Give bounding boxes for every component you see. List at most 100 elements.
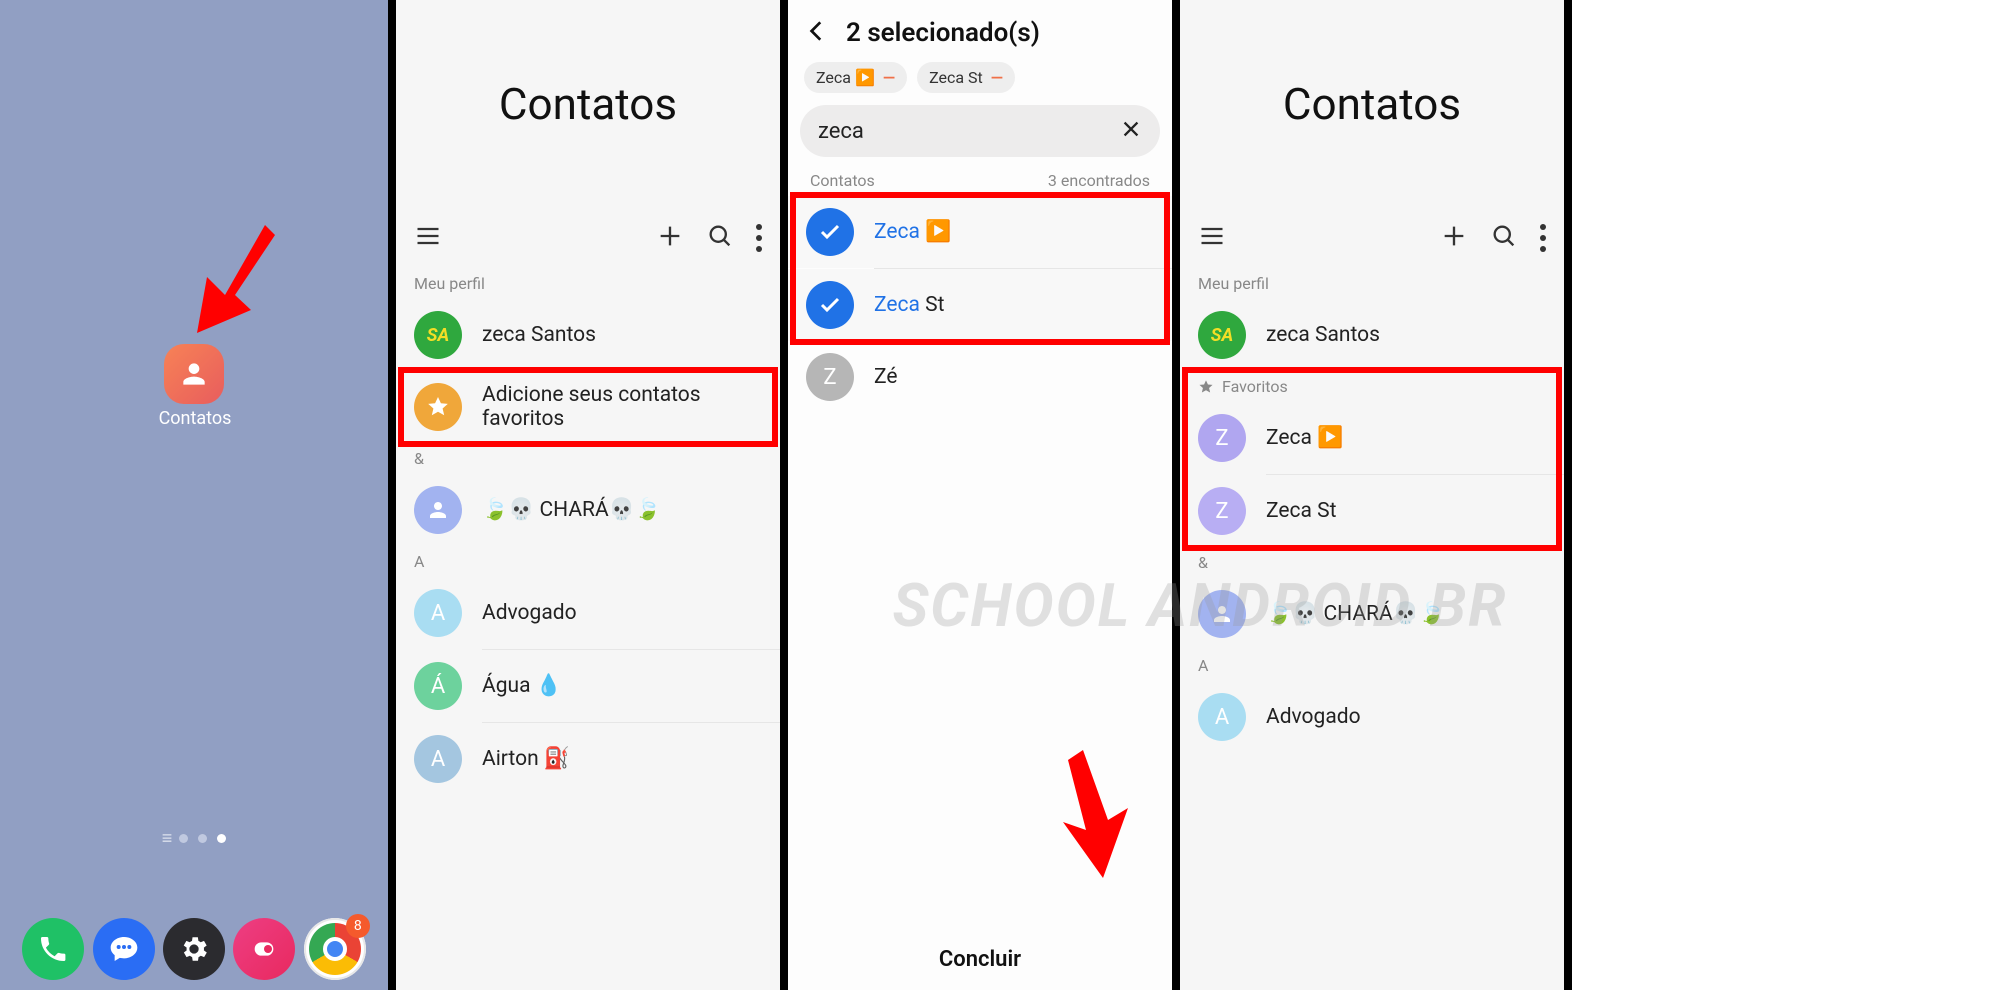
profile-name: zeca Santos bbox=[1266, 323, 1380, 347]
contact-avatar: Z bbox=[806, 353, 854, 401]
star-icon bbox=[414, 383, 462, 431]
section-label-profile: Meu perfil bbox=[1180, 268, 1564, 299]
contact-name: Zeca St bbox=[874, 293, 944, 317]
contact-name: Zeca ▶️ bbox=[1266, 426, 1343, 450]
contact-name: Advogado bbox=[1266, 705, 1361, 729]
notification-badge: 8 bbox=[346, 914, 370, 938]
selection-count: 2 selecionado(s) bbox=[846, 18, 1040, 48]
selection-header: 2 selecionado(s) bbox=[788, 0, 1172, 58]
contact-row[interactable]: A Advogado bbox=[1180, 681, 1564, 753]
contact-name: 🍃💀 CHARÁ💀🍃 bbox=[1266, 602, 1445, 626]
profile-avatar: SA bbox=[414, 311, 462, 359]
contacts-panel-initial: Contatos Meu perfil SA zeca Santos Adici… bbox=[396, 0, 788, 990]
chip-label: Zeca St bbox=[929, 68, 983, 87]
more-icon[interactable] bbox=[1540, 224, 1546, 252]
profile-row[interactable]: SA zeca Santos bbox=[1180, 299, 1564, 371]
apps-grid-icon[interactable]: ≡ bbox=[162, 828, 170, 849]
add-favorites-label: Adicione seus contatos favoritos bbox=[482, 383, 762, 431]
selection-chip[interactable]: Zeca ▶️ — bbox=[804, 62, 907, 93]
results-label: Contatos bbox=[810, 171, 875, 190]
chip-label: Zeca ▶️ bbox=[816, 68, 875, 87]
dock: 8 bbox=[0, 918, 388, 980]
contact-name: Advogado bbox=[482, 601, 577, 625]
add-favorites-row[interactable]: Adicione seus contatos favoritos bbox=[396, 371, 780, 443]
contact-name: Airton ⛽ bbox=[482, 747, 570, 771]
search-icon[interactable] bbox=[706, 222, 734, 254]
contact-row-selected[interactable]: Zeca ▶️ bbox=[788, 196, 1172, 268]
search-input[interactable]: zeca bbox=[800, 105, 1160, 157]
contact-name: Zeca ▶️ bbox=[874, 220, 951, 244]
page-dot[interactable] bbox=[179, 834, 188, 843]
favorite-row[interactable]: Z Zeca St bbox=[1180, 475, 1564, 547]
page-title: Contatos bbox=[499, 78, 677, 130]
favorite-row[interactable]: Z Zeca ▶️ bbox=[1180, 402, 1564, 474]
contact-avatar bbox=[414, 486, 462, 534]
back-icon[interactable] bbox=[804, 18, 830, 48]
results-meta: Contatos 3 encontrados bbox=[788, 167, 1172, 196]
contacts-app-icon[interactable] bbox=[164, 344, 224, 404]
contact-row-selected[interactable]: Zeca St bbox=[788, 269, 1172, 341]
phone-app-icon[interactable] bbox=[22, 918, 84, 980]
profile-row[interactable]: SA zeca Santos bbox=[396, 299, 780, 371]
page-indicator: ≡ bbox=[0, 828, 388, 849]
contact-row[interactable]: 🍃💀 CHARÁ💀🍃 bbox=[396, 474, 780, 546]
check-icon bbox=[806, 281, 854, 329]
page-title: Contatos bbox=[1283, 78, 1461, 130]
done-button[interactable]: Concluir bbox=[788, 947, 1172, 972]
star-icon bbox=[1198, 379, 1214, 395]
contact-avatar: A bbox=[414, 735, 462, 783]
clear-icon[interactable] bbox=[1120, 118, 1142, 144]
contacts-panel-selection: 2 selecionado(s) Zeca ▶️ — Zeca St — zec… bbox=[788, 0, 1180, 990]
contact-name: 🍃💀 CHARÁ💀🍃 bbox=[482, 498, 661, 522]
section-label-profile: Meu perfil bbox=[396, 268, 780, 299]
search-query: zeca bbox=[818, 119, 1110, 144]
page-dot[interactable] bbox=[198, 834, 207, 843]
search-icon[interactable] bbox=[1490, 222, 1518, 254]
add-icon[interactable] bbox=[1440, 222, 1468, 254]
header-title-area: Contatos bbox=[1180, 0, 1564, 208]
section-label: & bbox=[396, 443, 780, 474]
menu-icon[interactable] bbox=[1198, 222, 1226, 254]
contacts-panel-with-favorites: Contatos Meu perfil SA zeca Santos Favor… bbox=[1180, 0, 1572, 990]
header-title-area: Contatos bbox=[396, 0, 780, 208]
selection-chip[interactable]: Zeca St — bbox=[917, 62, 1015, 93]
contact-row[interactable]: Á Água 💧 bbox=[396, 650, 780, 722]
camera-app-icon[interactable] bbox=[233, 918, 295, 980]
section-label-favorites: Favoritos bbox=[1180, 371, 1564, 402]
settings-app-icon[interactable] bbox=[163, 918, 225, 980]
selection-chips: Zeca ▶️ — Zeca St — bbox=[788, 58, 1172, 105]
contact-row[interactable]: 🍃💀 CHARÁ💀🍃 bbox=[1180, 578, 1564, 650]
menu-icon[interactable] bbox=[414, 222, 442, 254]
contact-avatar: A bbox=[414, 589, 462, 637]
home-screen-panel: Contatos ≡ 8 bbox=[0, 0, 396, 990]
messages-app-icon[interactable] bbox=[93, 918, 155, 980]
section-label: & bbox=[1180, 547, 1564, 578]
chip-remove-icon[interactable]: — bbox=[991, 68, 1003, 87]
contact-avatar: Á bbox=[414, 662, 462, 710]
profile-avatar: SA bbox=[1198, 311, 1246, 359]
contact-avatar bbox=[1198, 590, 1246, 638]
annotation-arrow bbox=[195, 225, 275, 335]
chrome-app-icon[interactable]: 8 bbox=[304, 918, 366, 980]
annotation-arrow bbox=[1058, 750, 1138, 880]
toolbar bbox=[1180, 208, 1564, 268]
contact-name: Água 💧 bbox=[482, 674, 562, 698]
contact-avatar: Z bbox=[1198, 487, 1246, 535]
add-icon[interactable] bbox=[656, 222, 684, 254]
section-label: A bbox=[396, 546, 780, 577]
contact-row[interactable]: A Advogado bbox=[396, 577, 780, 649]
page-dot-active[interactable] bbox=[217, 834, 226, 843]
more-icon[interactable] bbox=[756, 224, 762, 252]
toolbar bbox=[396, 208, 780, 268]
contact-avatar: A bbox=[1198, 693, 1246, 741]
chip-remove-icon[interactable]: — bbox=[883, 68, 895, 87]
section-label: A bbox=[1180, 650, 1564, 681]
contact-name: Zé bbox=[874, 365, 898, 389]
contact-row[interactable]: A Airton ⛽ bbox=[396, 723, 780, 795]
contact-name: Zeca St bbox=[1266, 499, 1336, 523]
contacts-app-label: Contatos bbox=[120, 408, 270, 429]
check-icon bbox=[806, 208, 854, 256]
contact-avatar: Z bbox=[1198, 414, 1246, 462]
results-count: 3 encontrados bbox=[1048, 171, 1150, 190]
contact-row[interactable]: Z Zé bbox=[788, 341, 1172, 413]
